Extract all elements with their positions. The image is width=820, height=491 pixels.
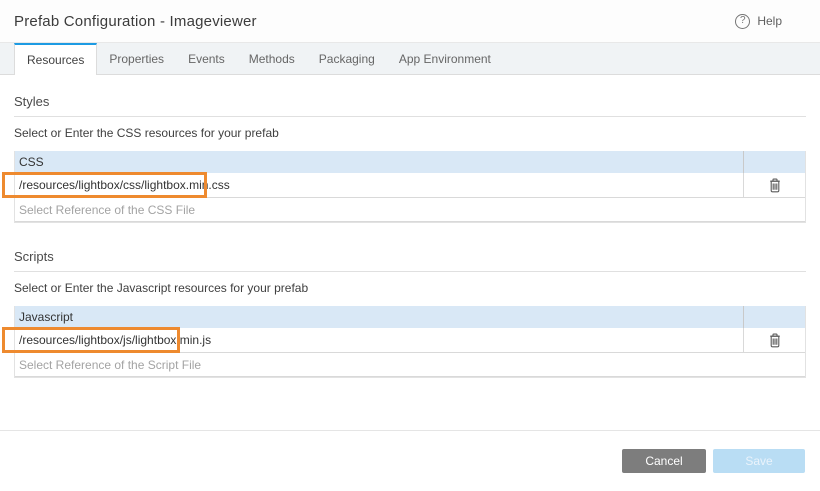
delete-js-resource-button[interactable] (743, 328, 805, 352)
js-table-header-row: Javascript (15, 306, 805, 328)
delete-css-resource-button[interactable] (743, 173, 805, 197)
trash-icon (768, 332, 782, 348)
save-button[interactable]: Save (713, 449, 805, 473)
scripts-section: Scripts Select or Enter the Javascript r… (14, 249, 806, 378)
tab-app-environment[interactable]: App Environment (387, 43, 503, 74)
css-reference-input-row: Select Reference of the CSS File (15, 198, 805, 222)
page-title: Prefab Configuration - Imageviewer (14, 13, 257, 30)
css-action-column-header (743, 151, 805, 173)
css-resources-table: CSS /resources/lightbox/css/lightbox.min… (14, 151, 806, 223)
scripts-heading: Scripts (14, 249, 806, 272)
js-action-column-header (743, 306, 805, 328)
tab-properties[interactable]: Properties (97, 43, 176, 74)
tab-events[interactable]: Events (176, 43, 237, 74)
js-reference-input-row: Select Reference of the Script File (15, 353, 805, 377)
css-reference-input[interactable]: Select Reference of the CSS File (15, 198, 805, 221)
css-column-header: CSS (15, 151, 743, 173)
tab-resources[interactable]: Resources (14, 43, 97, 75)
title-bar: Prefab Configuration - Imageviewer ? Hel… (0, 0, 820, 42)
styles-section: Styles Select or Enter the CSS resources… (14, 94, 806, 223)
css-table-header-row: CSS (15, 151, 805, 173)
tab-bar: Resources Properties Events Methods Pack… (0, 42, 820, 75)
help-link[interactable]: ? Help (735, 14, 782, 29)
js-resources-table: Javascript /resources/lightbox/js/lightb… (14, 306, 806, 378)
css-resource-path[interactable]: /resources/lightbox/css/lightbox.min.css (15, 173, 743, 197)
styles-heading: Styles (14, 94, 806, 117)
css-resource-row: /resources/lightbox/css/lightbox.min.css (15, 173, 805, 198)
help-label: Help (757, 14, 782, 28)
cancel-button[interactable]: Cancel (622, 449, 706, 473)
tab-packaging[interactable]: Packaging (307, 43, 387, 74)
trash-icon (768, 177, 782, 193)
js-resource-row: /resources/lightbox/js/lightbox.min.js (15, 328, 805, 353)
js-resource-value: /resources/lightbox/js/lightbox.min.js (19, 333, 211, 347)
js-reference-input[interactable]: Select Reference of the Script File (15, 353, 805, 376)
footer-bar: Cancel Save (0, 430, 820, 491)
styles-description: Select or Enter the CSS resources for yo… (14, 126, 806, 140)
tab-methods[interactable]: Methods (237, 43, 307, 74)
js-column-header: Javascript (15, 306, 743, 328)
help-icon: ? (735, 14, 750, 29)
js-resource-path[interactable]: /resources/lightbox/js/lightbox.min.js (15, 328, 743, 352)
scripts-description: Select or Enter the Javascript resources… (14, 281, 806, 295)
css-resource-value: /resources/lightbox/css/lightbox.min.css (19, 178, 230, 192)
resources-panel: Styles Select or Enter the CSS resources… (0, 94, 820, 378)
